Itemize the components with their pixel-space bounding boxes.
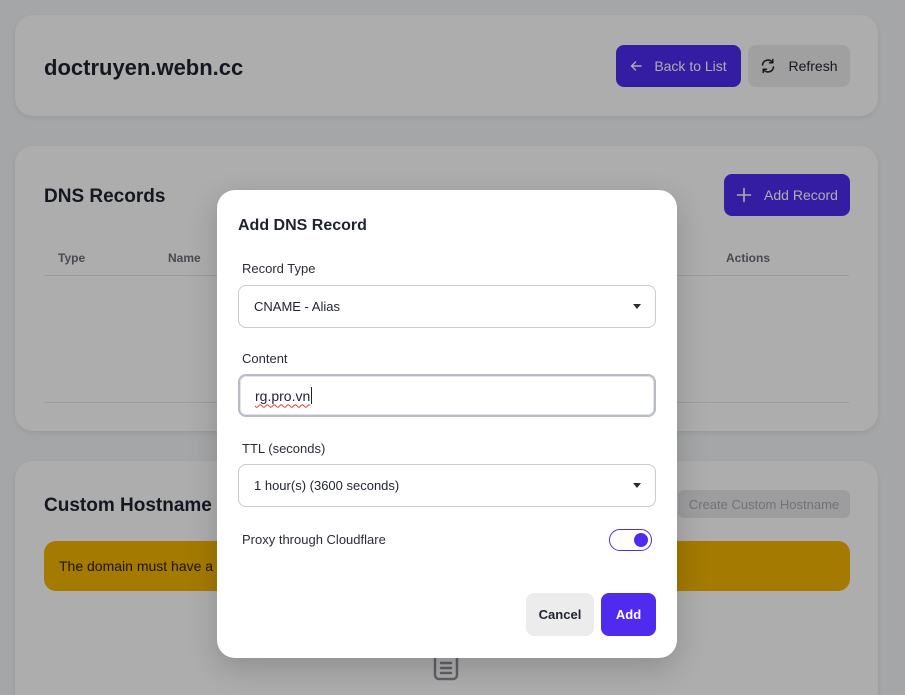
text-cursor [311, 387, 313, 404]
content-input[interactable]: rg.pro.vn [238, 374, 656, 417]
record-type-label: Record Type [242, 261, 316, 276]
ttl-value: 1 hour(s) (3600 seconds) [254, 478, 400, 493]
proxy-label: Proxy through Cloudflare [242, 532, 386, 547]
cancel-button[interactable]: Cancel [526, 593, 594, 636]
add-button[interactable]: Add [601, 593, 656, 636]
add-dns-record-dialog: Add DNS Record Record Type CNAME - Alias… [217, 190, 677, 658]
chevron-down-icon [633, 304, 641, 309]
ttl-select[interactable]: 1 hour(s) (3600 seconds) [238, 464, 656, 507]
chevron-down-icon [633, 483, 641, 488]
dialog-title: Add DNS Record [238, 217, 367, 234]
proxy-toggle[interactable] [609, 529, 652, 551]
content-label: Content [242, 351, 288, 366]
record-type-value: CNAME - Alias [254, 299, 340, 314]
record-type-select[interactable]: CNAME - Alias [238, 285, 656, 328]
ttl-label: TTL (seconds) [242, 441, 326, 456]
toggle-knob [634, 532, 648, 547]
content-value: rg.pro.vn [255, 387, 311, 404]
